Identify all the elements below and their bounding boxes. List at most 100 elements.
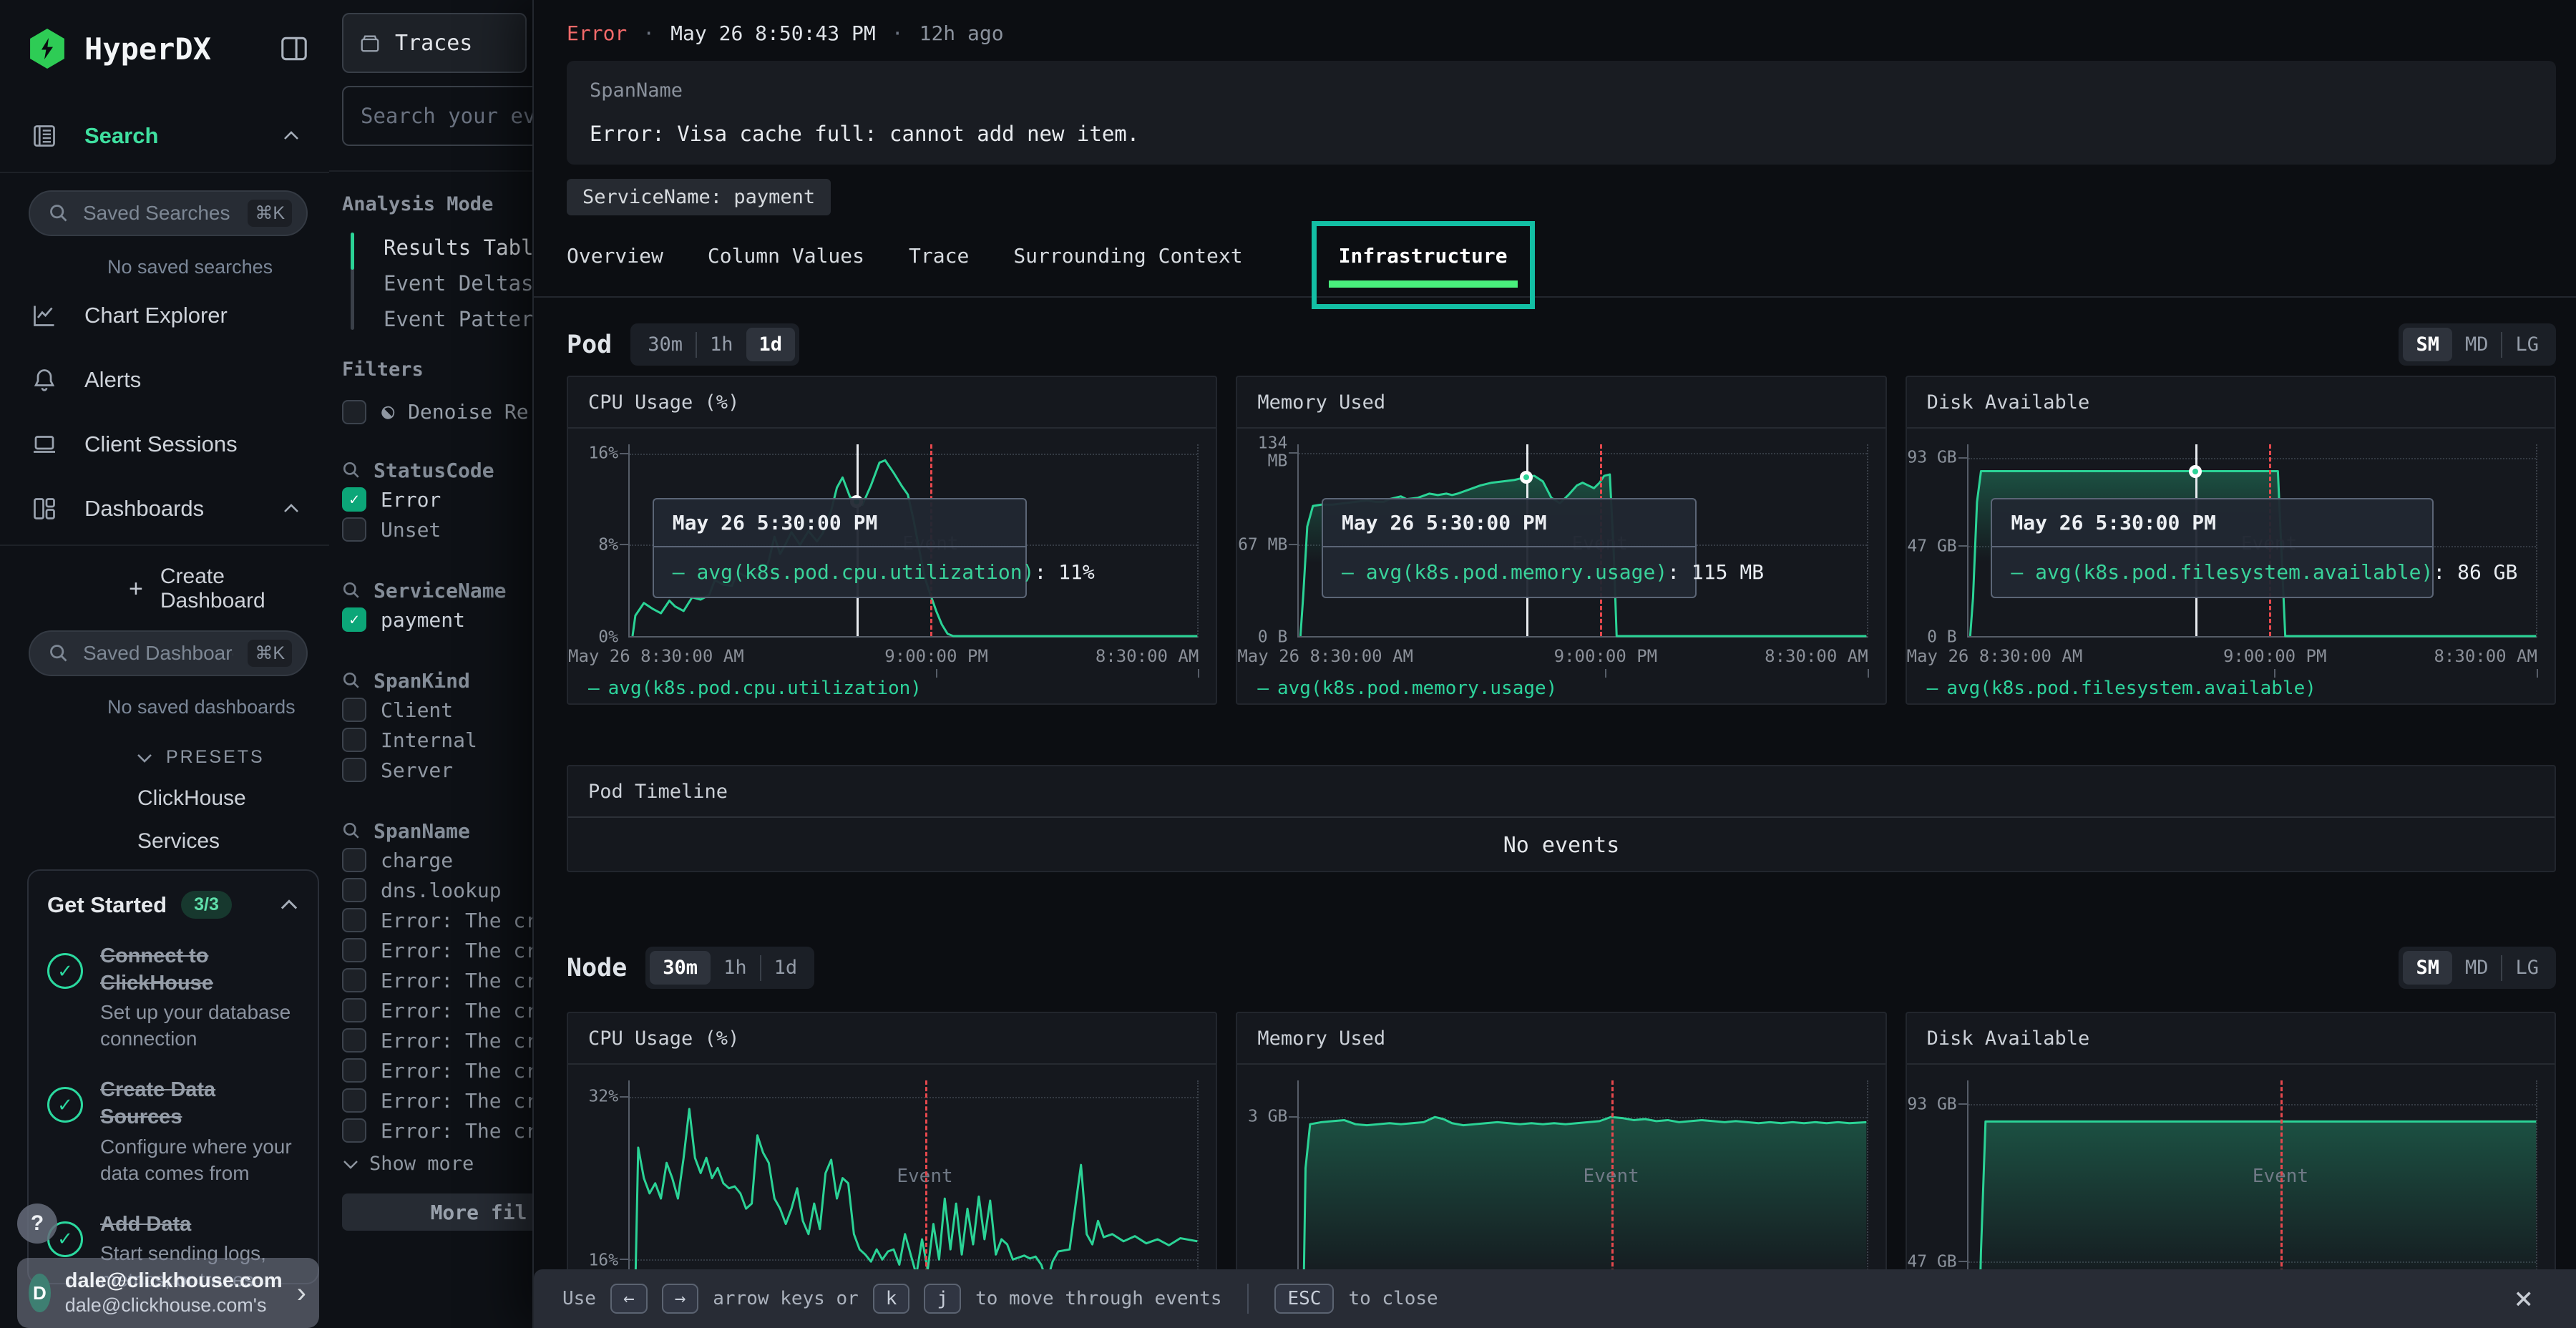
help-button[interactable]: ? bbox=[17, 1204, 57, 1244]
tab-infrastructure[interactable]: Infrastructure bbox=[1339, 244, 1508, 268]
node-size-md[interactable]: MD bbox=[2452, 951, 2502, 985]
saved-dashboards-pill[interactable]: ⌘K bbox=[29, 630, 308, 676]
sidebar-item-client-sessions[interactable]: Client Sessions bbox=[0, 411, 329, 476]
checkbox[interactable] bbox=[342, 1118, 366, 1143]
preset-dashboard-clickhouse[interactable]: ClickHouse bbox=[137, 786, 329, 811]
filter-option[interactable]: Error: The cr bbox=[342, 1085, 532, 1115]
filter-option[interactable]: ✓ Error bbox=[342, 484, 532, 514]
filter-option[interactable]: Error: The cr bbox=[342, 965, 532, 995]
chart-plot-area[interactable]: Event May 26 5:30:00 PM — avg(k8s.pod.cp… bbox=[628, 444, 1199, 638]
right-arrow-key[interactable]: → bbox=[662, 1284, 699, 1314]
filter-option[interactable]: ✓ payment bbox=[342, 605, 532, 635]
saved-searches-input[interactable] bbox=[82, 201, 235, 225]
chart-tooltip: May 26 5:30:00 PM — avg(k8s.pod.filesyst… bbox=[1991, 498, 2434, 598]
pod-range-1d[interactable]: 1d bbox=[746, 328, 796, 361]
preset-dashboard-services[interactable]: Services bbox=[137, 829, 329, 854]
y-axis-tick: 93 GB bbox=[1907, 449, 1956, 467]
analysis-mode-event-patterns[interactable]: Event Patterns bbox=[384, 301, 532, 337]
denoise-checkbox[interactable] bbox=[342, 400, 366, 424]
close-icon[interactable]: × bbox=[2514, 1283, 2534, 1314]
node-section-header: Node 30m1h1d SMMDLG bbox=[567, 947, 2556, 989]
checkbox[interactable] bbox=[342, 908, 366, 932]
checkbox[interactable] bbox=[342, 758, 366, 782]
get-started-item[interactable]: ✓ Connect to ClickHouse Set up your data… bbox=[47, 943, 299, 1053]
no-saved-searches-text: No saved searches bbox=[107, 256, 329, 278]
user-email: dale@clickhouse.com bbox=[65, 1269, 283, 1294]
pod-size-sm[interactable]: SM bbox=[2403, 328, 2452, 361]
checkbox[interactable] bbox=[342, 878, 366, 902]
checkbox[interactable] bbox=[342, 1028, 366, 1053]
chart-plot-area[interactable]: Event May 26 5:30:00 PM — avg(k8s.pod.me… bbox=[1297, 444, 1868, 638]
checkbox[interactable] bbox=[342, 938, 366, 962]
pod-size-lg[interactable]: LG bbox=[2502, 328, 2552, 361]
filter-option[interactable]: Internal bbox=[342, 725, 532, 755]
filter-option[interactable]: Unset bbox=[342, 514, 532, 545]
tab-trace[interactable]: Trace bbox=[909, 244, 969, 268]
left-arrow-key[interactable]: ← bbox=[610, 1284, 648, 1314]
create-dashboard-button[interactable]: + Create Dashboard bbox=[129, 565, 329, 613]
presets-toggle[interactable]: PRESETS bbox=[136, 747, 329, 768]
checkbox[interactable] bbox=[342, 1088, 366, 1113]
filter-option[interactable]: dns.lookup bbox=[342, 875, 532, 905]
chart-legend[interactable]: —avg(k8s.pod.memory.usage) bbox=[1257, 678, 1885, 699]
checkbox[interactable] bbox=[342, 848, 366, 872]
esc-key[interactable]: ESC bbox=[1274, 1284, 1334, 1314]
event-search-input[interactable] bbox=[342, 86, 532, 146]
saved-dashboards-input[interactable] bbox=[82, 641, 235, 665]
node-range-1h[interactable]: 1h bbox=[711, 951, 760, 985]
filter-option[interactable]: Error: The cr bbox=[342, 1115, 532, 1146]
saved-searches-pill[interactable]: ⌘K bbox=[29, 190, 308, 236]
filter-option[interactable]: Error: The cr bbox=[342, 1025, 532, 1055]
show-more-button[interactable]: Show more bbox=[342, 1153, 532, 1175]
laptop-icon bbox=[30, 431, 59, 457]
checkbox[interactable] bbox=[342, 968, 366, 992]
filter-option[interactable]: Error: The cr bbox=[342, 995, 532, 1025]
node-range-30m[interactable]: 30m bbox=[650, 951, 711, 985]
filter-option[interactable]: Error: The cr bbox=[342, 935, 532, 965]
sidebar-collapse-icon[interactable] bbox=[280, 36, 308, 61]
more-filters-button[interactable]: More fil bbox=[342, 1193, 532, 1231]
node-range-1d[interactable]: 1d bbox=[761, 951, 811, 985]
filter-option[interactable]: Error: The cr bbox=[342, 1055, 532, 1085]
tooltip-timestamp: May 26 5:30:00 PM bbox=[1323, 499, 1695, 547]
service-name-chip[interactable]: ServiceName: payment bbox=[567, 179, 831, 215]
filter-option[interactable]: charge bbox=[342, 845, 532, 875]
denoise-results-row[interactable]: ◐ Denoise Re bbox=[342, 399, 532, 424]
node-size-sm[interactable]: SM bbox=[2403, 951, 2452, 985]
k-key[interactable]: k bbox=[873, 1284, 910, 1314]
pod-range-1h[interactable]: 1h bbox=[697, 328, 746, 361]
get-started-item[interactable]: ✓ Create Data Sources Configure where yo… bbox=[47, 1077, 299, 1186]
pod-range-30m[interactable]: 30m bbox=[635, 328, 696, 361]
user-account-chip[interactable]: D dale@clickhouse.com dale@clickhouse.co… bbox=[17, 1258, 319, 1328]
filter-option[interactable]: Server bbox=[342, 755, 532, 785]
checkbox[interactable]: ✓ bbox=[342, 607, 366, 632]
checkbox[interactable] bbox=[342, 698, 366, 722]
plus-icon: + bbox=[129, 575, 143, 603]
checkbox[interactable] bbox=[342, 998, 366, 1022]
source-select[interactable]: Traces bbox=[342, 13, 527, 73]
tab-column-values[interactable]: Column Values bbox=[708, 244, 864, 268]
node-size-lg[interactable]: LG bbox=[2502, 951, 2552, 985]
filter-option[interactable]: Client bbox=[342, 695, 532, 725]
sidebar-item-chart-explorer[interactable]: Chart Explorer bbox=[0, 283, 329, 347]
checkbox[interactable] bbox=[342, 517, 366, 542]
checkbox[interactable] bbox=[342, 728, 366, 752]
chevron-up-icon[interactable] bbox=[279, 899, 299, 912]
sidebar-item-dashboards[interactable]: Dashboards bbox=[0, 476, 329, 540]
analysis-mode-results-table[interactable]: Results Table bbox=[384, 230, 532, 265]
sidebar-item-search[interactable]: Search bbox=[0, 103, 329, 167]
analysis-mode-event-deltas[interactable]: Event Deltas bbox=[384, 265, 532, 301]
chart-icon bbox=[30, 303, 59, 328]
filter-option[interactable]: Error: The cr bbox=[342, 905, 532, 935]
j-key[interactable]: j bbox=[924, 1284, 961, 1314]
chart-legend[interactable]: —avg(k8s.pod.filesystem.available) bbox=[1927, 678, 2555, 699]
chart-plot-area[interactable]: Event May 26 5:30:00 PM — avg(k8s.pod.fi… bbox=[1967, 444, 2537, 638]
pod-size-md[interactable]: MD bbox=[2452, 328, 2502, 361]
sidebar-item-alerts[interactable]: Alerts bbox=[0, 347, 329, 411]
chart-legend[interactable]: —avg(k8s.pod.cpu.utilization) bbox=[588, 678, 1216, 699]
checkbox[interactable]: ✓ bbox=[342, 487, 366, 512]
tab-surrounding-context[interactable]: Surrounding Context bbox=[1013, 244, 1242, 268]
checkbox[interactable] bbox=[342, 1058, 366, 1083]
tab-overview[interactable]: Overview bbox=[567, 244, 663, 268]
chevron-right-icon: › bbox=[297, 1277, 306, 1309]
